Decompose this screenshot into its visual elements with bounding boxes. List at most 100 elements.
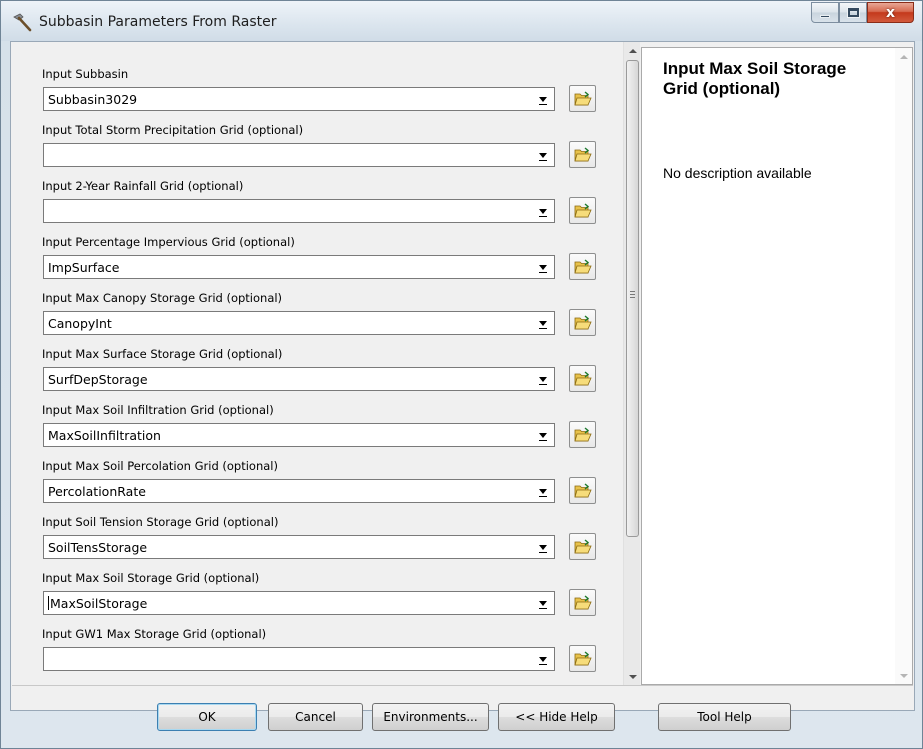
dropdown-arrow-icon[interactable] <box>533 89 553 109</box>
help-title: Input Max Soil Storage Grid (optional) <box>663 59 847 98</box>
open-folder-icon <box>573 90 592 105</box>
param-combo[interactable]: MaxSoilInfiltration <box>43 423 555 447</box>
dropdown-arrow-icon[interactable] <box>533 425 553 445</box>
ok-button[interactable]: OK <box>157 703 257 731</box>
caption-buttons: x <box>811 2 914 24</box>
browse-button[interactable] <box>569 141 596 168</box>
open-folder-icon <box>573 650 592 665</box>
grip-line <box>630 297 635 298</box>
open-folder-icon <box>573 202 592 217</box>
browse-button[interactable] <box>569 477 596 504</box>
dropdown-arrow-icon[interactable] <box>533 257 553 277</box>
param-combo[interactable]: PercolationRate <box>43 479 555 503</box>
param-label: Input Max Soil Infiltration Grid (option… <box>42 403 274 417</box>
param-combo[interactable] <box>43 199 555 223</box>
param-value: MaxSoilStorage <box>50 596 148 611</box>
param-combo[interactable] <box>43 143 555 167</box>
dropdown-arrow-icon[interactable] <box>533 537 553 557</box>
browse-button[interactable] <box>569 421 596 448</box>
grip-line <box>630 291 635 292</box>
open-folder-icon <box>573 258 592 273</box>
browse-button[interactable] <box>569 197 596 224</box>
open-folder-icon <box>573 482 592 497</box>
environments-button[interactable]: Environments... <box>372 703 489 731</box>
param-value: ImpSurface <box>48 260 120 275</box>
open-folder-icon <box>573 314 592 329</box>
scroll-down-button[interactable] <box>624 668 641 685</box>
param-value: Subbasin3029 <box>48 92 138 107</box>
parameters-panel: Input Subbasin Subbasin3029 Input Total … <box>12 47 623 685</box>
param-combo[interactable]: SoilTensStorage <box>43 535 555 559</box>
parameters-scrollbar[interactable] <box>623 42 640 685</box>
dialog-client-area: Input Subbasin Subbasin3029 Input Total … <box>10 41 915 731</box>
param-combo[interactable]: SurfDepStorage <box>43 367 555 391</box>
open-folder-icon <box>573 426 592 441</box>
hammer-icon <box>13 13 32 32</box>
close-icon: x <box>885 4 896 21</box>
dropdown-arrow-icon[interactable] <box>533 593 553 613</box>
maximize-button[interactable] <box>839 2 867 23</box>
param-label: Input GW1 Max Storage Grid (optional) <box>42 627 267 641</box>
browse-button[interactable] <box>569 589 596 616</box>
close-button[interactable]: x <box>867 2 914 23</box>
cancel-button[interactable]: Cancel <box>268 703 363 731</box>
arrow-up-icon <box>899 54 908 59</box>
browse-button[interactable] <box>569 253 596 280</box>
scroll-thumb[interactable] <box>626 60 639 537</box>
minimize-icon <box>820 15 830 18</box>
dropdown-arrow-icon[interactable] <box>533 313 553 333</box>
scroll-up-button[interactable] <box>624 42 641 59</box>
param-combo[interactable]: CanopyInt <box>43 311 555 335</box>
help-scroll-up-button[interactable] <box>895 48 912 65</box>
arrow-down-icon <box>899 673 908 678</box>
help-panel: Input Max Soil Storage Grid (optional) N… <box>641 47 913 685</box>
open-folder-icon <box>573 370 592 385</box>
help-description: No description available <box>663 165 812 181</box>
hide-help-button[interactable]: << Hide Help <box>498 703 615 731</box>
dropdown-arrow-icon[interactable] <box>533 201 553 221</box>
param-value: MaxSoilInfiltration <box>48 428 161 443</box>
param-value-with-cursor: MaxSoilStorage <box>48 596 147 611</box>
browse-button[interactable] <box>569 645 596 672</box>
dropdown-arrow-icon[interactable] <box>533 369 553 389</box>
title-bar[interactable]: Subbasin Parameters From Raster x <box>1 1 922 41</box>
dropdown-arrow-icon[interactable] <box>533 481 553 501</box>
maximize-icon <box>846 7 860 18</box>
open-folder-icon <box>573 538 592 553</box>
param-label: Input Max Soil Storage Grid (optional) <box>42 571 260 585</box>
help-scroll-down-button[interactable] <box>895 667 912 684</box>
param-label: Input 2-Year Rainfall Grid (optional) <box>42 179 244 193</box>
arrow-down-icon <box>628 674 637 679</box>
dropdown-arrow-icon[interactable] <box>533 145 553 165</box>
browse-button[interactable] <box>569 533 596 560</box>
grip-line <box>630 294 635 295</box>
dropdown-arrow-icon[interactable] <box>533 649 553 669</box>
param-combo[interactable]: ImpSurface <box>43 255 555 279</box>
param-combo[interactable]: MaxSoilStorage <box>43 591 555 615</box>
browse-button[interactable] <box>569 85 596 112</box>
tool-help-button[interactable]: Tool Help <box>658 703 791 731</box>
browse-button[interactable] <box>569 309 596 336</box>
button-bar: OK Cancel Environments... << Hide Help T… <box>12 685 913 731</box>
open-folder-icon <box>573 594 592 609</box>
param-label: Input Soil Tension Storage Grid (optiona… <box>42 515 279 529</box>
browse-button[interactable] <box>569 365 596 392</box>
open-folder-icon <box>573 146 592 161</box>
param-value: SurfDepStorage <box>48 372 148 387</box>
tool-dialog-window: Subbasin Parameters From Raster x Input … <box>0 0 923 749</box>
param-combo[interactable]: Subbasin3029 <box>43 87 555 111</box>
minimize-button[interactable] <box>811 2 839 23</box>
arrow-up-icon <box>628 48 637 53</box>
param-label: Input Percentage Impervious Grid (option… <box>42 235 295 249</box>
help-scrollbar[interactable] <box>895 48 912 684</box>
param-combo[interactable] <box>43 647 555 671</box>
param-label: Input Max Soil Percolation Grid (optiona… <box>42 459 278 473</box>
param-value: SoilTensStorage <box>48 540 148 555</box>
param-label: Input Subbasin <box>42 67 129 81</box>
param-label: Input Total Storm Precipitation Grid (op… <box>42 123 304 137</box>
param-label: Input Max Surface Storage Grid (optional… <box>42 347 283 361</box>
param-value: CanopyInt <box>48 316 112 331</box>
param-label: Input Max Canopy Storage Grid (optional) <box>42 291 283 305</box>
param-value: PercolationRate <box>48 484 146 499</box>
window-title: Subbasin Parameters From Raster <box>39 14 277 30</box>
